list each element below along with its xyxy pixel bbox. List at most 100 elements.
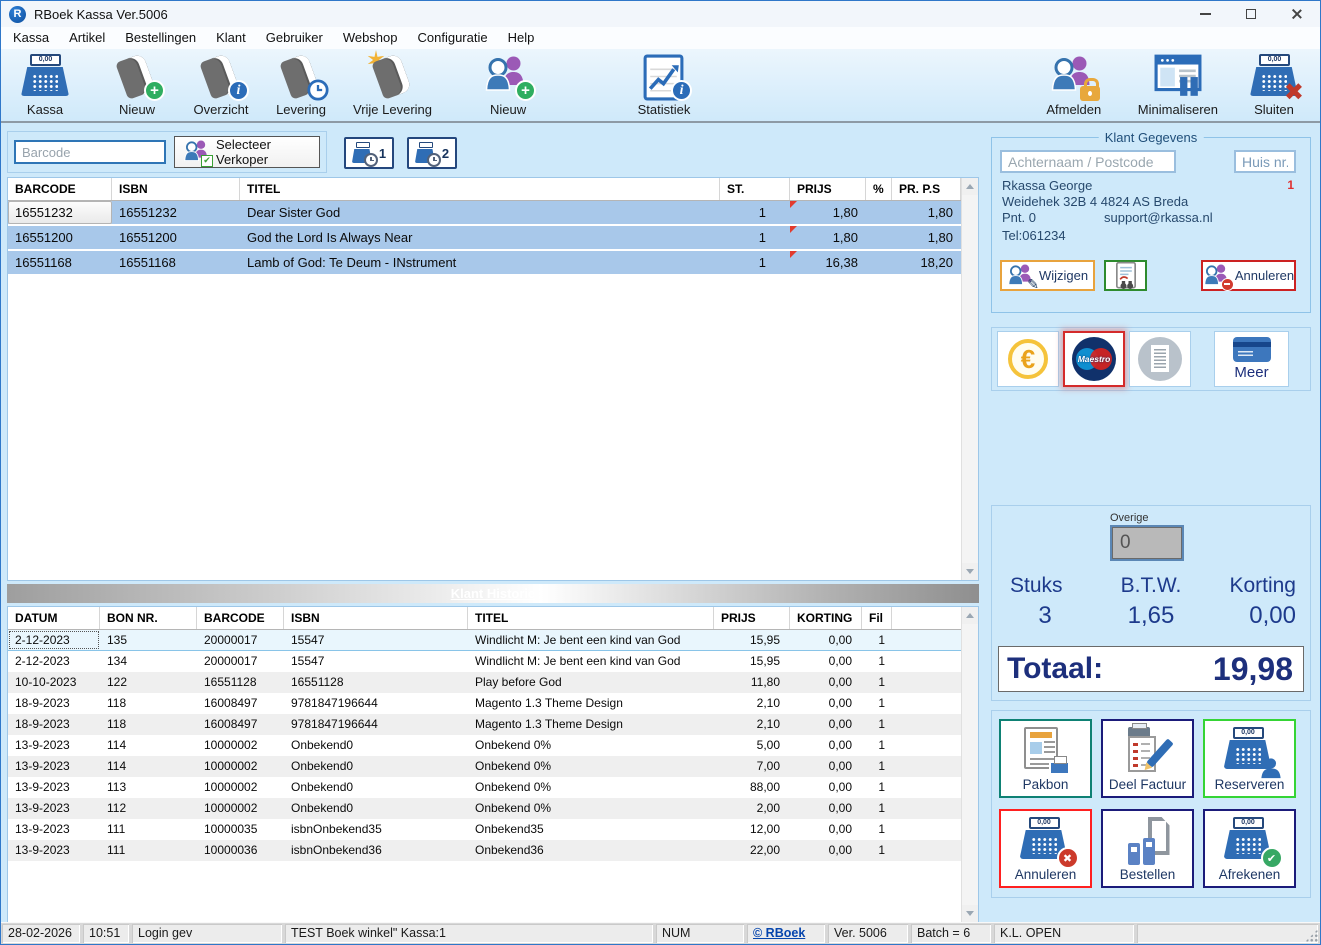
customer-plus-icon: + — [484, 54, 532, 101]
toolbar-button-statistiek[interactable]: i Statistiek — [634, 54, 694, 117]
column-header-titel[interactable]: TITEL — [240, 178, 720, 200]
history-table-row[interactable]: 2-12-20231352000001715547Windlicht M: Je… — [8, 630, 961, 651]
history-cell: 112 — [100, 798, 197, 819]
reserveren-button[interactable]: 0,00 Reserveren — [1203, 719, 1296, 798]
reserveren-label: Reserveren — [1215, 777, 1285, 792]
sale-table-row[interactable]: 1655123216551232Dear Sister God11,801,80 — [8, 201, 961, 226]
history-table-row[interactable]: 18-9-2023118160084979781847196644Magento… — [8, 693, 961, 714]
toolbar-button-levering[interactable]: Levering — [271, 54, 331, 117]
payment-maestro-button[interactable]: Maestro — [1063, 331, 1125, 387]
sale-cell: 1,80 — [790, 226, 866, 249]
payment-receipt-button[interactable] — [1129, 331, 1191, 387]
statistics-icon: i — [640, 54, 688, 101]
annuleren-button[interactable]: 0,00 ✖ Annuleren — [999, 809, 1092, 888]
sale-table-row[interactable]: 1655116816551168Lamb of God: Te Deum - I… — [8, 251, 961, 276]
toolbar-button-vrije-levering[interactable]: Vrije Levering — [353, 54, 432, 117]
deel-factuur-button[interactable]: Deel Factuur — [1101, 719, 1194, 798]
column-header-pr-p-s[interactable]: PR. P.S — [892, 178, 961, 200]
close-window-icon[interactable] — [1274, 1, 1320, 27]
customer-name: Rkassa George — [1002, 178, 1092, 193]
history-table-scrollbar[interactable] — [961, 607, 978, 922]
history-table-row[interactable]: 10-10-20231221655112816551128Play before… — [8, 672, 961, 693]
history-cell: 1 — [862, 672, 892, 693]
maximize-window-icon[interactable] — [1228, 1, 1274, 27]
history-table-row[interactable]: 13-9-202311110000035isbnOnbekend35Onbeke… — [8, 819, 961, 840]
column-header-barcode[interactable]: BARCODE — [197, 607, 284, 629]
column-header-isbn[interactable]: ISBN — [112, 178, 240, 200]
history-cell: 0,00 — [790, 756, 862, 777]
history-cell: 9781847196644 — [284, 714, 468, 735]
scroll-down-icon[interactable] — [962, 563, 978, 580]
overige-input[interactable] — [1110, 525, 1184, 561]
history-table-row[interactable]: 13-9-202311410000002Onbekend0Onbekend 0%… — [8, 756, 961, 777]
customer-history-search-button[interactable] — [1104, 260, 1147, 291]
toolbar-button-nieuw-artikel[interactable]: + Nieuw — [107, 54, 167, 117]
sale-cell: 1 — [720, 226, 790, 249]
minimize-window-icon[interactable] — [1182, 1, 1228, 27]
history-table-row[interactable]: 13-9-202311110000036isbnOnbekend36Onbeke… — [8, 840, 961, 861]
totaal-value: 19,98 — [1213, 651, 1293, 688]
column-header-barcode[interactable]: BARCODE — [8, 178, 112, 200]
register-tray-1-button[interactable]: 1 — [344, 137, 394, 169]
bestellen-button[interactable]: Bestellen — [1101, 809, 1194, 888]
select-seller-button[interactable]: Selecteer Verkoper — [174, 136, 320, 168]
toolbar-button-minimaliseren[interactable]: Minimaliseren — [1138, 54, 1218, 117]
toolbar-button-overzicht[interactable]: i Overzicht — [191, 54, 251, 117]
register-tray-2-button[interactable]: 2 — [407, 137, 457, 169]
column-header-fil[interactable]: Fil — [862, 607, 892, 629]
history-cell: 0,00 — [790, 651, 862, 672]
toolbar-button-afmelden[interactable]: Afmelden — [1044, 54, 1104, 117]
edit-customer-button[interactable]: Wijzigen — [1000, 260, 1095, 291]
history-cell: 13-9-2023 — [8, 819, 100, 840]
history-cell: Onbekend0 — [284, 735, 468, 756]
toolbar-button-sluiten[interactable]: 0,00 Sluiten — [1244, 54, 1304, 117]
customer-count-badge: 1 — [1287, 178, 1294, 192]
house-number-input[interactable] — [1234, 150, 1296, 173]
column-header-datum[interactable]: DATUM — [8, 607, 100, 629]
history-table-row[interactable]: 13-9-202311410000002Onbekend0Onbekend 0%… — [8, 735, 961, 756]
menu-item-gebruiker[interactable]: Gebruiker — [256, 27, 333, 49]
deel-factuur-label: Deel Factuur — [1109, 777, 1186, 792]
column-header-st[interactable]: ST. — [720, 178, 790, 200]
column-header-bon-nr[interactable]: BON NR. — [100, 607, 197, 629]
cancel-customer-button[interactable]: Annuleren — [1201, 260, 1296, 291]
history-table-row[interactable]: 2-12-20231342000001715547Windlicht M: Je… — [8, 651, 961, 672]
menu-item-klant[interactable]: Klant — [206, 27, 256, 49]
scroll-up-icon[interactable] — [962, 178, 978, 195]
history-cell: Onbekend 0% — [468, 756, 714, 777]
document-search-icon — [1111, 261, 1141, 291]
pakbon-button[interactable]: Pakbon — [999, 719, 1092, 798]
column-header-korting[interactable]: KORTING — [790, 607, 862, 629]
menu-item-configuratie[interactable]: Configuratie — [408, 27, 498, 49]
customer-search-input[interactable] — [1000, 150, 1176, 173]
history-table-row[interactable]: 18-9-2023118160084979781847196644Magento… — [8, 714, 961, 735]
menu-item-help[interactable]: Help — [498, 27, 545, 49]
column-header-prijs[interactable]: PRIJS — [714, 607, 790, 629]
payment-more-button[interactable]: Meer — [1214, 331, 1289, 387]
menu-item-kassa[interactable]: Kassa — [3, 27, 59, 49]
toolbar-button-nieuw-klant[interactable]: + Nieuw — [478, 54, 538, 117]
afrekenen-button[interactable]: 0,00 ✔ Afrekenen — [1203, 809, 1296, 888]
menu-item-artikel[interactable]: Artikel — [59, 27, 115, 49]
sale-table-scrollbar[interactable] — [961, 178, 978, 580]
sale-cell: Lamb of God: Te Deum - INstrument — [240, 251, 720, 274]
history-table-row[interactable]: 13-9-202311210000002Onbekend0Onbekend 0%… — [8, 798, 961, 819]
scroll-up-icon[interactable] — [962, 607, 978, 624]
statusbar-link-rboek[interactable]: © RBoek — [747, 924, 825, 943]
payment-cash-button[interactable]: € — [997, 331, 1059, 387]
barcode-input[interactable] — [14, 140, 166, 164]
toolbar-button-kassa[interactable]: 0,00 Kassa — [15, 54, 75, 117]
column-header-isbn[interactable]: ISBN — [284, 607, 468, 629]
scroll-down-icon[interactable] — [962, 905, 978, 922]
history-table-row[interactable]: 13-9-202311310000002Onbekend0Onbekend 0%… — [8, 777, 961, 798]
sale-table-row[interactable]: 1655120016551200God the Lord Is Always N… — [8, 226, 961, 251]
column-header-prijs[interactable]: PRIJS — [790, 178, 866, 200]
totaal-label: Totaal: — [1007, 652, 1103, 686]
column-header-percent[interactable]: % — [866, 178, 892, 200]
history-cell: 114 — [100, 756, 197, 777]
cancel-x-icon: ✖ — [1057, 847, 1079, 869]
column-header-titel[interactable]: TITEL — [468, 607, 714, 629]
receipt-icon — [1138, 337, 1182, 381]
menu-item-webshop[interactable]: Webshop — [333, 27, 408, 49]
menu-item-bestellingen[interactable]: Bestellingen — [115, 27, 206, 49]
